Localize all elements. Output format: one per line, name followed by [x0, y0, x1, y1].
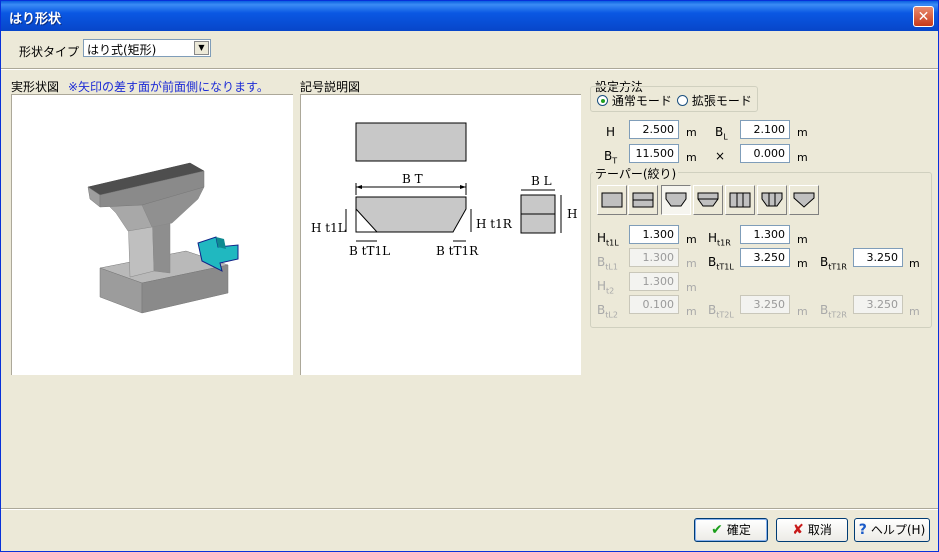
symbol-diagram-svg: B T H t1L H t1R B tT1L B tT1R B L H	[311, 122, 577, 258]
radio-icon	[677, 95, 688, 106]
taper-none-icon	[601, 192, 623, 208]
label-h: H	[567, 207, 577, 221]
radio-selected-icon	[597, 95, 608, 106]
taper-vertical-split-button[interactable]	[725, 185, 755, 215]
taper-none-button[interactable]	[597, 185, 627, 215]
unit-ht1r: m	[797, 233, 808, 246]
taper-horizontal-split-button[interactable]	[628, 185, 658, 215]
help-label: ヘルプ(H)	[870, 523, 926, 537]
sym-btl2: BtL2	[597, 303, 618, 320]
shape-type-value: はり式(矩形)	[87, 43, 157, 57]
close-button[interactable]: ✕	[913, 6, 934, 27]
unit-x: m	[797, 151, 808, 164]
taper-label: テーパー(絞り)	[593, 165, 679, 182]
btl2-input[interactable]: 0.100	[629, 295, 679, 314]
help-button[interactable]: ? ヘルプ(H)	[854, 518, 930, 542]
x-input[interactable]: 0.000	[740, 144, 790, 163]
sym-ht2: Ht2	[597, 279, 615, 296]
label-ht1r: H t1R	[476, 217, 513, 231]
label-btt1r: B tT1R	[436, 244, 479, 258]
bl-input[interactable]: 2.100	[740, 120, 790, 139]
symbol-diagram-title: 記号説明図	[300, 80, 361, 94]
unit-ht2: m	[686, 281, 697, 294]
sym-h: H	[606, 125, 616, 139]
sym-btt2l: BtT2L	[708, 303, 734, 320]
mode-extended-radio[interactable]: 拡張モード	[677, 92, 752, 109]
sym-bl: BL	[715, 125, 728, 142]
unit-btt1r: m	[909, 257, 920, 270]
btt2r-input[interactable]: 3.250	[853, 295, 903, 314]
footer-divider	[1, 508, 938, 510]
taper-vertical-split-icon	[729, 192, 751, 208]
unit-ht1l: m	[686, 233, 697, 246]
cancel-label: 取消	[807, 523, 832, 537]
ht1l-input[interactable]: 1.300	[629, 225, 679, 244]
sym-ht1l: Ht1L	[597, 231, 619, 248]
taper-top-bottom-icon	[697, 192, 719, 207]
label-bt: B T	[402, 172, 423, 186]
mode-normal-label: 通常モード	[611, 94, 672, 108]
sym-btt2r: BtT2R	[820, 303, 847, 320]
taper-horizontal-split-icon	[632, 192, 654, 208]
btt1r-input[interactable]: 3.250	[853, 248, 903, 267]
label-ht1l: H t1L	[311, 221, 346, 235]
sym-btt1r: BtT1R	[820, 255, 847, 272]
unit-btl1: m	[686, 257, 697, 270]
unit-bl: m	[797, 126, 808, 139]
shape-type-label: 形状タイプ	[19, 45, 80, 59]
btt1l-input[interactable]: 3.250	[740, 248, 790, 267]
real-shape-viewer[interactable]	[11, 94, 293, 375]
chevron-down-icon[interactable]: ▼	[194, 41, 209, 55]
unit-btl2: m	[686, 305, 697, 318]
taper-bottom-vertical-icon	[761, 192, 783, 207]
btl1-input[interactable]: 1.300	[629, 248, 679, 267]
question-icon: ?	[858, 522, 867, 538]
unit-btt2l: m	[797, 305, 808, 318]
taper-bottom-both-icon	[665, 192, 687, 207]
label-btt1l: B tT1L	[349, 244, 390, 258]
taper-bottom-v-button[interactable]	[789, 185, 819, 215]
mode-normal-radio[interactable]: 通常モード	[597, 92, 672, 109]
front-side-note: ※矢印の差す面が前面側になります。	[68, 80, 269, 94]
window-title: はり形状	[9, 12, 62, 27]
divider	[1, 68, 938, 70]
unit-btt1l: m	[797, 257, 808, 270]
ht2-input[interactable]: 1.300	[629, 272, 679, 291]
pier-3d-model	[87, 162, 239, 314]
shape-type-select[interactable]: はり式(矩形) ▼	[83, 39, 211, 57]
sym-btt1l: BtT1L	[708, 255, 734, 272]
taper-top-bottom-button[interactable]	[693, 185, 723, 215]
mode-extended-label: 拡張モード	[691, 94, 752, 108]
ok-button[interactable]: ✔ 確定	[694, 518, 768, 542]
bt-input[interactable]: 11.500	[629, 144, 679, 163]
dialog-window: はり形状 ✕ 形状タイプ はり式(矩形) ▼ 実形状図 ※矢印の差す面が前面側に…	[0, 0, 939, 552]
title-bar[interactable]: はり形状 ✕	[1, 1, 938, 31]
h-input[interactable]: 2.500	[629, 120, 679, 139]
taper-bottom-v-icon	[793, 192, 815, 208]
sym-bt: BT	[604, 149, 618, 166]
sym-x: ×	[715, 149, 726, 163]
close-icon: ✕	[917, 9, 930, 25]
label-bl: B L	[531, 174, 552, 188]
ht1r-input[interactable]: 1.300	[740, 225, 790, 244]
unit-btt2r: m	[909, 305, 920, 318]
cancel-button[interactable]: ✘ 取消	[776, 518, 848, 542]
unit-h: m	[686, 126, 697, 139]
ok-label: 確定	[726, 523, 751, 537]
taper-bottom-vertical-button[interactable]	[757, 185, 787, 215]
btt2l-input[interactable]: 3.250	[740, 295, 790, 314]
sym-btl1: BtL1	[597, 255, 618, 272]
taper-bottom-both-button[interactable]	[661, 185, 691, 215]
real-shape-title: 実形状図	[11, 80, 60, 94]
unit-bt: m	[686, 151, 697, 164]
checkmark-icon: ✔	[711, 522, 723, 538]
cross-icon: ✘	[792, 522, 804, 538]
symbol-diagram-panel: B T H t1L H t1R B tT1L B tT1R B L H	[300, 94, 581, 375]
sym-ht1r: Ht1R	[708, 231, 731, 248]
